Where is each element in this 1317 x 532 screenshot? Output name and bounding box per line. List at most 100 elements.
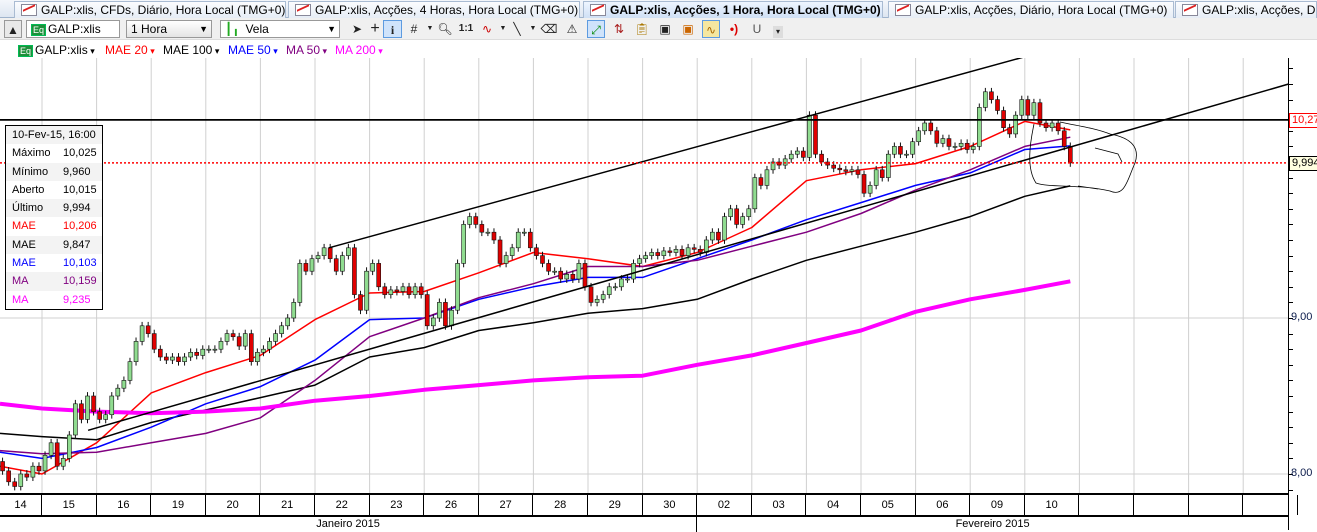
candle	[443, 298, 448, 330]
crosshair-icon[interactable]: +	[366, 20, 384, 38]
infobox-value: 10,206	[63, 220, 97, 233]
interval-select[interactable]: 1 Hora ▼	[126, 20, 212, 38]
candle-body	[995, 99, 1000, 111]
trend-tool-icon[interactable]: ⤢	[587, 20, 605, 38]
collapse-up-icon[interactable]: ▲	[4, 20, 22, 38]
date-axis[interactable]: 14 15 16 19 20 21 22 23 26 27 28 29 30 02 03 04 05 06 09 10…	[0, 493, 1298, 532]
candle-body	[333, 258, 339, 272]
sound-icon[interactable]: •)	[725, 20, 743, 38]
legend-item-mae-20[interactable]: MAE 20 ▾	[105, 43, 155, 57]
candle	[898, 142, 903, 159]
candle-body	[843, 169, 849, 172]
compare-icon[interactable]: ⇅	[610, 20, 628, 38]
candle-body	[188, 352, 193, 358]
candle-body	[752, 177, 758, 210]
price-chart[interactable]	[0, 58, 1288, 493]
infobox-label: MA	[12, 293, 29, 306]
price-tick	[1289, 255, 1293, 257]
tab-5[interactable]: GALP:xlis, Acções, Diário, Hora Local (T…	[1175, 1, 1317, 18]
chart-tab-icon	[295, 4, 311, 16]
candle-body	[600, 294, 606, 300]
pointer-icon[interactable]: ➤	[348, 20, 366, 38]
symbol-input[interactable]: Eq GALP:xlis	[26, 20, 120, 38]
candle-body	[97, 411, 102, 420]
magnet-icon[interactable]: U	[748, 20, 766, 38]
candle	[497, 236, 503, 268]
chevron-down-icon[interactable]: ▾	[148, 46, 155, 56]
candle	[388, 286, 394, 299]
candle	[1055, 119, 1061, 135]
candle-body	[455, 263, 460, 311]
candle-body	[194, 352, 199, 356]
candle-body	[934, 130, 940, 144]
chevron-down-icon[interactable]: ▾	[88, 46, 95, 56]
legend-item-ma-50[interactable]: MA 50 ▾	[286, 43, 327, 57]
candle	[303, 259, 309, 276]
candle-body	[54, 442, 60, 467]
legend-item-mae-50[interactable]: MAE 50 ▾	[228, 43, 278, 57]
tab-4[interactable]: GALP:xlis, Acções, Diário, Hora Local (T…	[888, 1, 1174, 18]
candle-body	[339, 255, 345, 272]
template-icon[interactable]: ▣	[656, 20, 674, 38]
eraser-icon[interactable]: ⌫	[540, 20, 558, 38]
candle-body	[849, 169, 855, 172]
zoom-icon[interactable]: 🔍︎	[436, 20, 454, 38]
candle-body	[158, 348, 163, 358]
candle-body	[801, 150, 806, 158]
candle-body	[643, 255, 648, 260]
tab-1[interactable]: GALP:xlis, CFDs, Diário, Hora Local (TMG…	[14, 1, 286, 18]
chart-type-select[interactable]: ┃╻ Vela ▼	[220, 20, 340, 38]
candle-body	[109, 395, 115, 416]
legend-item-galp-xlis[interactable]: Eq GALP:xlis ▾	[18, 43, 95, 57]
chevron-down-icon[interactable]: ▾	[271, 46, 278, 56]
infobox-label: Aberto	[12, 183, 45, 196]
chart-tab-icon	[1182, 4, 1198, 16]
date-label-16: 16	[97, 495, 152, 515]
price-tick	[1289, 224, 1293, 226]
infobox-label: MA	[12, 275, 29, 288]
alert-icon[interactable]: ⚠	[563, 20, 581, 38]
chevron-down-icon[interactable]: ▾	[320, 46, 328, 56]
legend-item-mae-100[interactable]: MAE 100 ▾	[163, 43, 219, 57]
candle-body	[764, 169, 770, 186]
legend-label: MA 50	[286, 43, 321, 57]
tab-2[interactable]: GALP:xlis, Acções, 4 Horas, Hora Local (…	[288, 1, 580, 18]
candle-body	[418, 286, 424, 295]
month-label: Fevereiro 2015	[697, 515, 1288, 532]
candle-body	[382, 286, 388, 295]
legend-item-ma-200[interactable]: MA 200 ▾	[335, 43, 383, 57]
candle	[418, 282, 424, 299]
candle	[910, 137, 915, 159]
candle-body	[710, 231, 715, 241]
clipboard-icon[interactable]: 📋︎	[633, 20, 651, 38]
indicator-toggle-icon[interactable]: ∿	[702, 20, 720, 38]
candle-body	[831, 164, 837, 169]
candle	[728, 204, 733, 221]
candle-body	[249, 333, 254, 362]
infobox-row: Último 9,994	[6, 199, 102, 218]
template2-icon[interactable]: ▣	[679, 20, 697, 38]
candle	[473, 212, 479, 229]
info-icon[interactable]: i	[383, 20, 402, 38]
chevron-down-icon[interactable]: ▾	[212, 46, 220, 56]
candle	[430, 314, 436, 330]
candle	[794, 147, 800, 159]
candle-body	[540, 255, 545, 264]
price-axis[interactable]: 9,00 8,00	[1288, 58, 1317, 530]
candle	[242, 329, 248, 350]
price-tick	[1289, 364, 1293, 366]
candle-body	[661, 250, 667, 256]
candle-body	[952, 146, 958, 148]
tab-3[interactable]: GALP:xlis, Acções, 1 Hora, Hora Local (T…	[583, 1, 883, 18]
candle-body	[898, 146, 903, 155]
candle	[230, 329, 236, 341]
more-icon[interactable]: ▾	[773, 26, 783, 38]
candle	[333, 254, 339, 276]
candle	[849, 165, 855, 176]
candle-body	[904, 153, 909, 156]
chevron-down-icon[interactable]: ▾	[376, 46, 383, 56]
candle	[546, 259, 551, 276]
candle	[382, 282, 388, 299]
one-to-one-icon[interactable]: 1:1	[457, 20, 475, 38]
price-tick	[1289, 380, 1293, 382]
